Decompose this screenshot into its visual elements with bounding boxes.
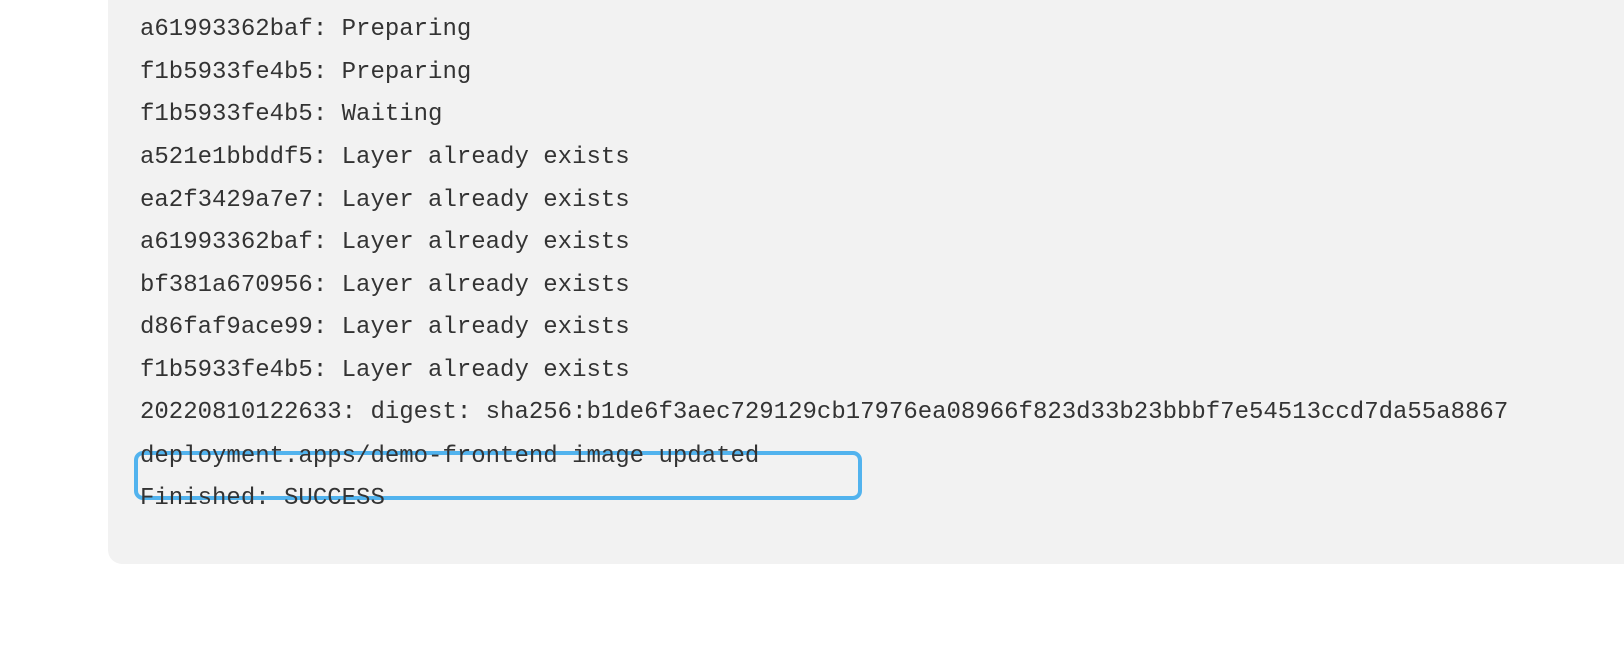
console-line-finished-status: Finished: SUCCESS (140, 485, 385, 512)
console-line: a521e1bbddf5: Layer already exists (140, 144, 630, 171)
console-line: f1b5933fe4b5: Layer already exists (140, 357, 630, 384)
console-line: a61993362baf: Preparing (140, 16, 472, 43)
console-lines: a61993362baf: Preparing f1b5933fe4b5: Pr… (140, 0, 1508, 512)
console-output-panel: a61993362baf: Preparing f1b5933fe4b5: Pr… (108, 0, 1624, 564)
console-line: f1b5933fe4b5: Preparing (140, 59, 472, 86)
console-line-digest: 20220810122633: digest: sha256:b1de6f3ae… (140, 399, 1509, 426)
console-line: bf381a670956: Layer already exists (140, 272, 630, 299)
console-line: d86faf9ace99: Layer already exists (140, 314, 630, 341)
console-line: f1b5933fe4b5: Waiting (140, 101, 443, 128)
console-line: ea2f3429a7e7: Layer already exists (140, 187, 630, 214)
console-line-highlighted: deployment.apps/demo-frontend image upda… (140, 443, 760, 470)
console-line: a61993362baf: Layer already exists (140, 229, 630, 256)
